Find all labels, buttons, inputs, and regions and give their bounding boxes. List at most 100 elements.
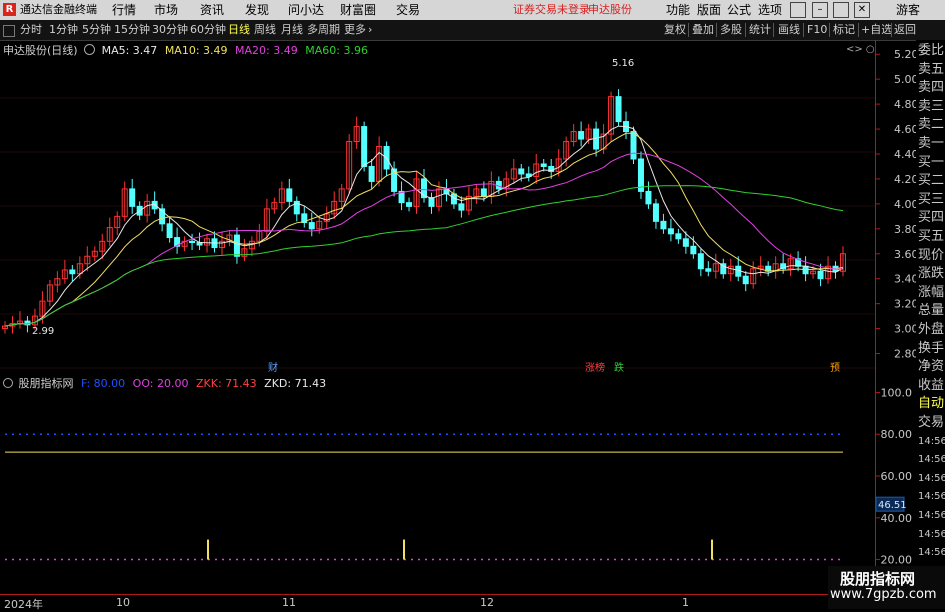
indicator-settings-icon[interactable] [3, 378, 13, 388]
side-panel-item[interactable]: 14:56 [918, 433, 945, 451]
candle-body [233, 234, 240, 257]
multi-stock-button[interactable]: 多股 [720, 22, 742, 38]
period-intraday[interactable]: 分时 [20, 23, 42, 37]
back-button[interactable]: 返回 [894, 22, 916, 38]
candle-body [682, 238, 689, 247]
period-1min[interactable]: 1分钟 [49, 23, 78, 37]
add-watchlist-button[interactable]: +自选 [861, 22, 892, 38]
period-more[interactable]: 更多 [344, 23, 366, 37]
event-mark-finance[interactable]: 财 [268, 359, 278, 374]
skin-icon[interactable] [790, 2, 806, 18]
side-panel-item[interactable]: 14:56 [918, 507, 945, 525]
event-mark-gainers[interactable]: 涨榜 [585, 359, 605, 374]
side-panel-item[interactable]: 卖五 [918, 61, 945, 79]
period-60min[interactable]: 60分钟 [190, 23, 226, 37]
indicator-name[interactable]: 股朋指标网 [19, 377, 74, 390]
x-tick-label: 2024年 [4, 598, 43, 611]
menu-layout[interactable]: 版面 [697, 2, 721, 18]
menu-function[interactable]: 功能 [666, 2, 690, 18]
menu-options[interactable]: 选项 [758, 2, 782, 18]
minimize-icon[interactable]: – [812, 2, 828, 18]
kline-svg[interactable]: 5.20 5.00 4.80 4.60 4.40 4.20 4.00 3.80 3.60 3.40… [0, 40, 945, 374]
side-panel-item[interactable]: 自动 [918, 395, 945, 413]
menu-discover[interactable]: 发现 [245, 2, 269, 18]
y-tick-label: 80.00 [881, 428, 913, 441]
menu-wealth-circle[interactable]: 财富圈 [340, 2, 376, 18]
side-panel-item[interactable]: 14:56 [918, 544, 945, 562]
indicator-svg[interactable]: 100.0 80.00 60.00 46.5140.00 20.00 [0, 374, 945, 594]
chevron-right-icon[interactable]: › [368, 23, 372, 37]
event-mark-forecast[interactable]: 预 [830, 359, 840, 374]
side-panel-item[interactable]: 现价 [918, 247, 945, 265]
indicator-zkk-legend: ZKK: 71.43 [196, 377, 257, 390]
toolbar-divider [891, 23, 892, 37]
close-icon[interactable]: ✕ [854, 2, 870, 18]
toolbar-toggle-icon[interactable] [3, 25, 15, 37]
trade-login-status[interactable]: 证券交易未登录 [513, 2, 590, 18]
side-panel-item[interactable]: 买二 [918, 172, 945, 190]
candle-body [540, 163, 547, 167]
menu-quote[interactable]: 行情 [112, 2, 136, 18]
candle-body [630, 131, 637, 160]
side-panel-item[interactable]: 买四 [918, 209, 945, 227]
chart-options-icon[interactable]: <> ○ [846, 44, 875, 55]
y-tick-label: 5.20 [894, 48, 919, 61]
side-panel-item[interactable]: 14:56 [918, 451, 945, 469]
side-panel-item[interactable]: 14:56 [918, 488, 945, 506]
y-tick-label: 20.00 [881, 554, 913, 567]
menu-news[interactable]: 资讯 [200, 2, 224, 18]
adjust-button[interactable]: 复权 [664, 22, 686, 38]
side-panel-item[interactable]: 净资 [918, 358, 945, 376]
side-panel-item[interactable]: 总量 [918, 302, 945, 320]
side-panel-item[interactable]: 14:56 [918, 526, 945, 544]
side-panel-item[interactable]: 卖二 [918, 116, 945, 134]
side-panel-item[interactable]: 涨跌 [918, 265, 945, 283]
side-panel-item[interactable]: 卖四 [918, 79, 945, 97]
maximize-icon[interactable] [833, 2, 849, 18]
side-panel-item[interactable]: 买一 [918, 154, 945, 172]
statistics-button[interactable]: 统计 [749, 22, 771, 38]
draw-line-button[interactable]: 画线 [778, 22, 800, 38]
overlay-button[interactable]: 叠加 [692, 22, 714, 38]
period-5min[interactable]: 5分钟 [82, 23, 111, 37]
side-panel-item[interactable]: 14:56 [918, 470, 945, 488]
candle-body [742, 275, 749, 285]
period-15min[interactable]: 15分钟 [114, 23, 150, 37]
candle-body [480, 188, 487, 197]
x-tick-label: 11 [282, 596, 296, 609]
side-panel-item[interactable]: 外盘 [918, 321, 945, 339]
indicator-chart[interactable]: 100.0 80.00 60.00 46.51 40.00 20.00 股朋指标网 F: … [0, 374, 912, 594]
period-monthly[interactable]: 月线 [281, 23, 303, 37]
y-tick-label: 100.0 [881, 386, 913, 399]
menu-ask-xiaoda[interactable]: 问小达 [288, 2, 324, 18]
menu-bar: R 通达信金融终端 行情 市场 资讯 发现 问小达 财富圈 交易 证券交易未登录… [0, 0, 945, 20]
period-multi[interactable]: 多周期 [307, 23, 340, 37]
event-mark-fall[interactable]: 跌 [614, 359, 624, 374]
side-panel-item[interactable]: 卖三 [918, 98, 945, 116]
y-tick-label: 3.00 [894, 323, 919, 336]
candle-body [129, 188, 136, 207]
period-30min[interactable]: 30分钟 [152, 23, 188, 37]
f10-button[interactable]: F10 [807, 22, 827, 38]
side-panel-item[interactable]: 涨幅 [918, 284, 945, 302]
settings-icon[interactable] [84, 44, 96, 55]
side-panel-item[interactable]: 交易 [918, 414, 945, 432]
menu-trade[interactable]: 交易 [396, 2, 420, 18]
watermark-title: 股朋指标网 [840, 570, 916, 588]
user-guest[interactable]: 游客 [896, 2, 920, 18]
y-tick-label: 40.00 [881, 512, 913, 525]
side-panel-item[interactable]: 买五 [918, 228, 945, 246]
menu-market[interactable]: 市场 [154, 2, 178, 18]
ma5-legend: MA5: 3.47 [101, 44, 158, 57]
period-daily[interactable]: 日线 [228, 23, 250, 37]
mark-button[interactable]: 标记 [833, 22, 855, 38]
period-weekly[interactable]: 周线 [254, 23, 276, 37]
side-panel-item[interactable]: 换手 [918, 340, 945, 358]
side-panel-item[interactable]: 买三 [918, 191, 945, 209]
menu-formula[interactable]: 公式 [727, 2, 751, 18]
side-panel-item[interactable]: 卖一 [918, 135, 945, 153]
kline-chart[interactable]: 5.20 5.00 4.80 4.60 4.40 4.20 4.00 3.80 3.60 3.40… [0, 40, 919, 374]
side-panel-item[interactable]: 收益 [918, 377, 945, 395]
side-panel-item[interactable]: 委比 [918, 42, 945, 60]
ma5-line [4, 125, 844, 327]
